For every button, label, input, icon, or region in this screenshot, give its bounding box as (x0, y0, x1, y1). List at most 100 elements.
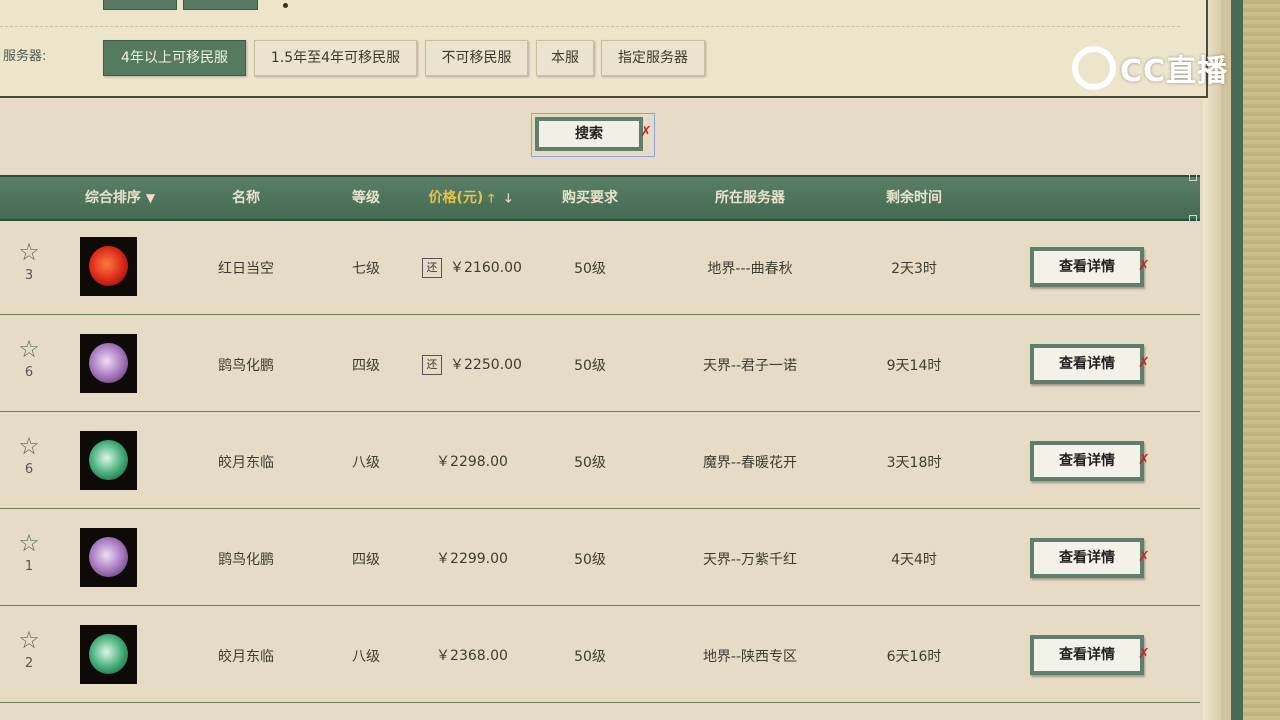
item-server: 地界---曲春秋 (707, 261, 793, 277)
item-server: 地界--陕西专区 (702, 649, 798, 665)
name-header: 名称 (232, 190, 260, 206)
server-option-specified[interactable]: 指定服务器 (601, 40, 705, 76)
item-server: 天界--万紫千红 (702, 552, 798, 568)
item-requirement: 50级 (574, 455, 606, 471)
returnable-badge: 还 (422, 355, 442, 375)
item-requirement: 50级 (574, 552, 606, 568)
watermark-text: CC直播 (1120, 54, 1229, 89)
server-header: 所在服务器 (715, 190, 785, 206)
item-time: 6天16时 (886, 649, 942, 665)
purple-orb-icon (89, 343, 128, 383)
red-orb-icon (89, 246, 128, 286)
item-price: ￥2299.00 (436, 551, 508, 567)
search-focus-ring: 搜索 ✗ (531, 113, 655, 157)
tassel-icon: ✗ (1138, 549, 1150, 565)
server-filter-label: 服务器: (3, 49, 47, 64)
cc-logo-icon (1072, 46, 1116, 90)
item-name: 皎月东临 (218, 649, 274, 665)
arrow-down-icon: 🡓 (505, 191, 512, 205)
star-outline-icon[interactable]: ☆ (14, 531, 44, 555)
favorite-count: 6 (24, 365, 34, 380)
item-image[interactable] (80, 625, 137, 684)
item-server: 魔界--春暖花开 (702, 455, 798, 471)
item-name: 鹍鸟化鹏 (218, 358, 274, 374)
favorite-cell[interactable]: ☆ 3 (14, 240, 44, 283)
item-price: 还 ￥2160.00 (422, 257, 542, 278)
item-level: 四级 (352, 358, 380, 374)
server-option-non-migrate[interactable]: 不可移民服 (425, 40, 528, 76)
star-outline-icon[interactable]: ☆ (14, 434, 44, 458)
item-server: 天界--君子一诺 (702, 358, 798, 374)
favorite-cell[interactable]: ☆ 6 (14, 337, 44, 380)
purple-orb-icon (89, 537, 128, 577)
item-price: ￥2298.00 (436, 454, 508, 470)
tassel-icon: ✗ (640, 124, 652, 140)
tassel-icon: ✗ (1138, 646, 1150, 662)
view-details-button[interactable]: 查看详情 (1030, 635, 1144, 675)
item-image[interactable] (80, 237, 137, 296)
item-name: 皎月东临 (218, 455, 274, 471)
separator-dot (283, 3, 288, 8)
favorite-cell[interactable]: ☆ 6 (14, 434, 44, 477)
table-row: ☆ 2 皎月东临 八级 ￥2368.00 50级 地界--陕西专区 6天16时 … (0, 606, 1200, 703)
view-details-button[interactable]: 查看详情 (1030, 538, 1144, 578)
star-outline-icon[interactable]: ☆ (14, 240, 44, 264)
server-option-4yr-plus[interactable]: 4年以上可移民服 (103, 40, 246, 76)
table-row: ☆ 6 鹍鸟化鹏 四级 还 ￥2250.00 50级 天界--君子一诺 9天14时… (0, 315, 1200, 412)
item-requirement: 50级 (574, 358, 606, 374)
sort-down-icon: ▼ (145, 191, 156, 205)
item-price: 还 ￥2250.00 (422, 354, 542, 375)
item-time: 9天14时 (886, 358, 942, 374)
item-image[interactable] (80, 334, 137, 393)
time-header: 剩余时间 (886, 190, 942, 206)
table-row: ☆ 3 红日当空 七级 还 ￥2160.00 50级 地界---曲春秋 2天3时 … (0, 218, 1200, 315)
tassel-icon: ✗ (1138, 258, 1150, 274)
item-time: 4天4时 (891, 552, 937, 568)
item-price: ￥2368.00 (436, 648, 508, 664)
favorite-count: 3 (24, 268, 34, 283)
view-details-button[interactable]: 查看详情 (1030, 344, 1144, 384)
server-option-1-5-to-4yr[interactable]: 1.5年至4年可移民服 (254, 40, 417, 76)
filter-panel: 服务器: 4年以上可移民服 1.5年至4年可移民服 不可移民服 本服 指定服务器 (0, 0, 1208, 98)
filter-button-partial[interactable] (183, 0, 258, 10)
favorite-cell[interactable]: ☆ 2 (14, 628, 44, 671)
favorite-cell[interactable]: ☆ 1 (14, 531, 44, 574)
star-outline-icon[interactable]: ☆ (14, 337, 44, 361)
favorite-count: 6 (24, 462, 34, 477)
server-option-this-server[interactable]: 本服 (536, 40, 594, 76)
divider (0, 26, 1180, 27)
item-requirement: 50级 (574, 261, 606, 277)
star-outline-icon[interactable]: ☆ (14, 628, 44, 652)
item-time: 3天18时 (886, 455, 942, 471)
corner-ornament (1189, 173, 1197, 181)
tassel-icon: ✗ (1138, 355, 1150, 371)
green-orb-icon (89, 440, 128, 480)
table-row: ☆ 1 鹍鸟化鹏 四级 ￥2299.00 50级 天界--万紫千红 4天4时 查… (0, 509, 1200, 606)
cc-live-watermark: CC直播 (1070, 44, 1240, 94)
favorite-count: 2 (24, 656, 34, 671)
sort-header[interactable]: 综合排序 ▼ (70, 177, 170, 219)
search-button[interactable]: 搜索 (535, 117, 643, 151)
item-level: 八级 (352, 455, 380, 471)
arrow-up-icon: 🡑 (488, 191, 495, 205)
price-header[interactable]: 价格(元) 🡑 🡓 (410, 177, 530, 219)
item-time: 2天3时 (891, 261, 937, 277)
filter-button-partial[interactable] (103, 0, 177, 10)
item-name: 红日当空 (218, 261, 274, 277)
returnable-badge: 还 (422, 258, 442, 278)
item-image[interactable] (80, 431, 137, 490)
item-image[interactable] (80, 528, 137, 587)
view-details-button[interactable]: 查看详情 (1030, 247, 1144, 287)
item-level: 八级 (352, 649, 380, 665)
requirement-header: 购买要求 (562, 190, 618, 206)
item-level: 四级 (352, 552, 380, 568)
decorative-border (1203, 0, 1280, 720)
item-requirement: 50级 (574, 649, 606, 665)
table-row: ☆ 6 皎月东临 八级 ￥2298.00 50级 魔界--春暖花开 3天18时 … (0, 412, 1200, 509)
item-name: 鹍鸟化鹏 (218, 552, 274, 568)
level-header: 等级 (352, 190, 380, 206)
tassel-icon: ✗ (1138, 452, 1150, 468)
favorite-count: 1 (24, 559, 34, 574)
green-orb-icon (89, 634, 128, 674)
view-details-button[interactable]: 查看详情 (1030, 441, 1144, 481)
